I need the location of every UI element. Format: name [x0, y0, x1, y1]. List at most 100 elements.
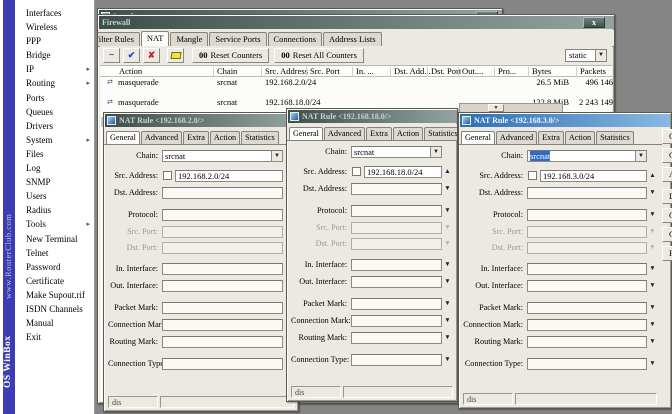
field-input-connection-type[interactable]	[527, 358, 647, 370]
chevron-down-icon[interactable]: ▼	[442, 207, 453, 214]
field-input-packet-mark[interactable]	[162, 302, 283, 314]
field-input-out-interface[interactable]	[162, 280, 283, 292]
sidebar-item-bridge[interactable]: Bridge	[15, 48, 94, 62]
column-header-action[interactable]: Action	[116, 67, 142, 77]
rule-filter-dropdown[interactable]: static ▼	[565, 49, 607, 62]
remove-rule-button[interactable]: −	[103, 48, 120, 63]
field-input-in-interface[interactable]	[162, 263, 283, 275]
scroll-down-icon[interactable]: ▼	[488, 104, 504, 112]
chevron-down-icon[interactable]: ▼	[442, 356, 453, 363]
column-header-packets[interactable]: Packets	[576, 67, 606, 77]
column-header-bytes[interactable]: Bytes	[528, 67, 551, 77]
chevron-down-icon[interactable]: ▼	[647, 228, 658, 235]
sidebar-item-make-supout-rif[interactable]: Make Supout.rif	[15, 288, 94, 302]
chevron-down-icon[interactable]: ▼	[635, 151, 646, 161]
column-header-src-address[interactable]: Src. Address	[261, 67, 308, 77]
tab-statistics[interactable]: Statistics	[596, 131, 634, 144]
comment-button[interactable]: Comment	[662, 208, 672, 223]
field-input-dst-address[interactable]	[162, 187, 283, 199]
sidebar-item-radius[interactable]: Radius	[15, 203, 94, 217]
field-input-protocol[interactable]	[351, 205, 442, 217]
field-input-packet-mark[interactable]	[527, 302, 647, 314]
sidebar-item-log[interactable]: Log	[15, 161, 94, 175]
chevron-down-icon[interactable]: ▼	[647, 338, 658, 345]
tab-general[interactable]: General	[106, 131, 140, 144]
tab-action[interactable]: Action	[565, 131, 595, 144]
sidebar-item-routing[interactable]: Routing▸	[15, 76, 94, 90]
field-input-routing-mark[interactable]	[527, 336, 647, 348]
chevron-down-icon[interactable]: ▼	[442, 224, 453, 231]
column-header-pro[interactable]: Pro...	[494, 67, 516, 77]
sidebar-item-manual[interactable]: Manual	[15, 316, 94, 330]
field-input-src-port[interactable]	[351, 222, 442, 234]
chevron-down-icon[interactable]: ▼	[442, 278, 453, 285]
chevron-down-icon[interactable]: ▼	[442, 240, 453, 247]
field-input-chain[interactable]: srcnat▼	[351, 146, 442, 158]
sidebar-item-drivers[interactable]: Drivers	[15, 119, 94, 133]
field-input-src-port[interactable]	[527, 226, 647, 238]
tab-connections[interactable]: Connections	[268, 32, 323, 46]
field-input-dst-port[interactable]	[351, 238, 442, 250]
chevron-down-icon[interactable]: ▼	[271, 151, 282, 161]
chevron-down-icon[interactable]: ▼	[647, 189, 658, 196]
tab-filter-rules[interactable]: Filter Rules	[98, 32, 140, 46]
disable-button[interactable]: Disable	[662, 189, 672, 204]
remove-button[interactable]: Remove	[662, 246, 672, 261]
dialog-titlebar[interactable]: NAT Rule <192.168.2.0/>	[105, 114, 297, 127]
copy-button[interactable]: Copy	[662, 227, 672, 242]
chevron-down-icon[interactable]: ▼	[647, 244, 658, 251]
tab-mangle[interactable]: Mangle	[170, 32, 208, 46]
column-header-src-port[interactable]: Src. Port	[306, 67, 340, 77]
field-input-dst-port[interactable]	[527, 242, 647, 254]
field-input-connection-mark[interactable]	[351, 315, 442, 327]
field-input-dst-address[interactable]	[527, 187, 647, 199]
tab-address-lists[interactable]: Address Lists	[323, 32, 382, 46]
field-input-in-interface[interactable]	[351, 259, 442, 271]
chevron-down-icon[interactable]: ▼	[442, 300, 453, 307]
field-input-src-address[interactable]: 192.168.18.0/24	[364, 166, 442, 178]
field-input-out-interface[interactable]	[527, 280, 647, 292]
column-header-out[interactable]: Out....	[458, 67, 483, 77]
sidebar-item-ports[interactable]: Ports	[15, 91, 94, 105]
tab-general[interactable]: General	[461, 131, 495, 144]
sidebar-item-password[interactable]: Password	[15, 260, 94, 274]
tab-extra[interactable]: Extra	[538, 131, 564, 144]
field-input-src-address[interactable]: 192.168.2.0/24	[175, 170, 283, 182]
chevron-down-icon[interactable]: ▼	[442, 185, 453, 192]
chevron-down-icon[interactable]: ▼	[647, 304, 658, 311]
field-input-connection-type[interactable]	[351, 354, 442, 366]
sidebar-item-snmp[interactable]: SNMP	[15, 175, 94, 189]
chevron-down-icon[interactable]: ▼	[647, 321, 658, 328]
chevron-down-icon[interactable]: ▼	[442, 261, 453, 268]
tab-general[interactable]: General	[289, 127, 323, 140]
tab-advanced[interactable]: Advanced	[324, 127, 365, 140]
tab-extra[interactable]: Extra	[366, 127, 392, 140]
sidebar-item-telnet[interactable]: Telnet	[15, 246, 94, 260]
sidebar-item-isdn-channels[interactable]: ISDN Channels	[15, 302, 94, 316]
field-input-chain[interactable]: srcnat▼	[162, 150, 283, 162]
tab-advanced[interactable]: Advanced	[496, 131, 537, 144]
close-icon[interactable]: x	[583, 17, 605, 28]
field-input-dst-port[interactable]	[162, 242, 283, 254]
field-input-connection-type[interactable]	[162, 358, 283, 370]
column-header-dst-add[interactable]: Dst. Add...	[390, 67, 431, 77]
chevron-down-icon[interactable]: ▼	[647, 265, 658, 272]
chevron-down-icon[interactable]: ▼	[430, 147, 441, 157]
field-input-out-interface[interactable]	[351, 276, 442, 288]
sidebar-item-queues[interactable]: Queues	[15, 105, 94, 119]
disable-rule-button[interactable]: ✘	[143, 48, 160, 63]
field-input-packet-mark[interactable]	[351, 298, 442, 310]
tab-statistics[interactable]: Statistics	[424, 127, 457, 140]
table-row[interactable]: ⇄masqueradesrcnat192.168.2.0/2426.5 MiB4…	[101, 77, 613, 87]
sidebar-item-wireless[interactable]: Wireless	[15, 20, 94, 34]
reset-all-counters-button[interactable]: 00Reset All Counters	[274, 48, 364, 63]
chevron-up-icon[interactable]: ▲	[647, 172, 658, 179]
field-input-routing-mark[interactable]	[351, 332, 442, 344]
sidebar-item-files[interactable]: Files	[15, 147, 94, 161]
tab-extra[interactable]: Extra	[183, 131, 209, 144]
sidebar-item-certificate[interactable]: Certificate	[15, 274, 94, 288]
field-input-src-address[interactable]: 192.168.3.0/24	[540, 170, 647, 182]
reset-counters-button[interactable]: 00Reset Counters	[192, 48, 269, 63]
sidebar-item-users[interactable]: Users	[15, 189, 94, 203]
invert-checkbox[interactable]	[163, 171, 172, 180]
